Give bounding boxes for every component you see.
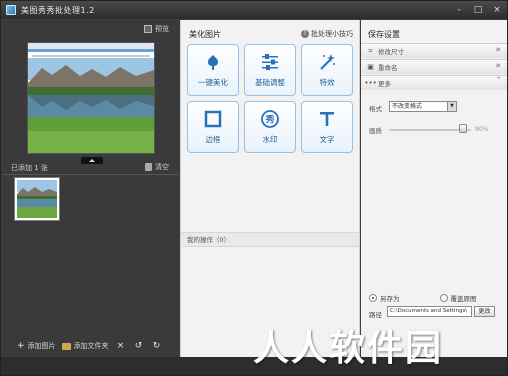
one-click-beautify-button[interactable]: 一键美化 xyxy=(187,44,239,96)
preview-button[interactable]: 预览 xyxy=(144,24,169,34)
beautify-title: 美化图片 xyxy=(189,30,221,39)
divider xyxy=(3,174,179,175)
basic-adjust-button[interactable]: 基础调整 xyxy=(244,44,296,96)
rename-icon: ▣ xyxy=(367,63,374,71)
quality-value: 90% xyxy=(475,126,489,133)
format-label: 格式 xyxy=(369,105,382,113)
save-settings-panel: 保存设置 ⌗ 修改尺寸 » ▣ 重命名 » ••• 更多 ˇ 格式 不改变格式 … xyxy=(361,20,507,357)
maximize-button[interactable]: □ xyxy=(472,4,484,16)
operations-label: 我的操作（0） xyxy=(187,236,231,244)
text-button[interactable]: 文字 xyxy=(301,101,353,153)
my-operations-bar: 我的操作（0） xyxy=(181,233,359,247)
add-image-button[interactable]: + 添加图片 xyxy=(17,341,56,351)
rename-label: 重命名 xyxy=(378,64,398,72)
save-mode-group: 另存为 覆盖原图 xyxy=(369,293,477,303)
quality-slider-thumb[interactable] xyxy=(458,124,467,133)
more-label: 更多 xyxy=(378,80,391,88)
resize-section[interactable]: ⌗ 修改尺寸 » xyxy=(361,43,507,58)
tool-label: 文字 xyxy=(319,135,335,144)
format-value: 不改变格式 xyxy=(392,103,423,110)
help-icon: ? xyxy=(301,30,309,38)
app-icon xyxy=(6,5,16,15)
chevron-down-icon: ˇ xyxy=(496,77,502,87)
tips-label: 批处理小技巧 xyxy=(311,30,353,38)
tulip-icon xyxy=(203,52,223,72)
magic-wand-icon xyxy=(317,52,337,72)
radio-empty-icon xyxy=(439,294,448,302)
window-title: 美图秀秀批处理1.2 xyxy=(21,5,95,15)
folder-icon xyxy=(61,342,71,350)
thumbnail-image xyxy=(17,180,57,218)
watermark-button[interactable]: 秀 水印 xyxy=(244,101,296,153)
window-controls: - □ × xyxy=(453,4,503,16)
beautify-panel: 美化图片 ? 批处理小技巧 一键美化 基础调整 特效 边框 秀 水印 文字 我的… xyxy=(180,20,360,357)
rename-section[interactable]: ▣ 重命名 » xyxy=(361,59,507,74)
more-icon: ••• xyxy=(364,79,377,87)
add-folder-label: 添加文件夹 xyxy=(73,342,109,350)
tool-label: 边框 xyxy=(205,135,221,144)
radio-selected-icon xyxy=(369,294,377,302)
crop-icon: ⌗ xyxy=(368,46,373,55)
image-list-toolbar: + 添加图片 添加文件夹 × ↺ ↻ xyxy=(3,335,179,357)
minimize-button[interactable]: - xyxy=(453,4,465,16)
close-button[interactable]: × xyxy=(491,4,503,16)
save-as-radio[interactable]: 另存为 xyxy=(369,293,400,303)
landscape-preview xyxy=(28,43,154,153)
svg-text:秀: 秀 xyxy=(264,114,274,126)
image-thumbnail[interactable] xyxy=(14,177,60,221)
app-window: 美图秀秀批处理1.2 - □ × 预览 已添加 1 张 清空 + 添加图片 添加… xyxy=(0,0,508,376)
resize-label: 修改尺寸 xyxy=(378,48,404,56)
tool-label: 特效 xyxy=(319,78,335,87)
sliders-icon xyxy=(260,52,280,72)
clear-button[interactable]: 清空 xyxy=(145,162,169,172)
tool-label: 基础调整 xyxy=(255,78,285,87)
trash-icon xyxy=(145,163,152,171)
plus-icon: + xyxy=(17,341,25,351)
frame-icon xyxy=(203,109,223,129)
collapse-preview-tab[interactable] xyxy=(81,157,103,164)
clear-label: 清空 xyxy=(155,163,169,171)
added-count-label: 已添加 1 张 xyxy=(11,164,48,172)
add-image-label: 添加图片 xyxy=(27,342,56,350)
rotate-right-icon[interactable]: ↻ xyxy=(151,341,163,351)
save-settings-title: 保存设置 xyxy=(368,30,400,39)
preview-image xyxy=(27,42,155,154)
watermark-icon: 秀 xyxy=(260,109,280,129)
rotate-left-icon[interactable]: ↺ xyxy=(133,341,145,351)
more-section[interactable]: ••• 更多 ˇ xyxy=(361,75,507,90)
quality-label: 画质 xyxy=(369,127,382,135)
site-watermark: 人人软件园 xyxy=(253,328,444,369)
path-label: 路径 xyxy=(369,311,382,319)
delete-icon[interactable]: × xyxy=(115,341,127,351)
tool-label: 一键美化 xyxy=(198,78,228,87)
title-bar: 美图秀秀批处理1.2 - □ × xyxy=(1,1,507,19)
save-as-label: 另存为 xyxy=(380,295,400,303)
tool-label: 水印 xyxy=(262,135,278,144)
dropdown-arrow-icon: ▼ xyxy=(447,102,456,111)
add-folder-button[interactable]: 添加文件夹 xyxy=(61,341,109,351)
chevron-right-icon: » xyxy=(495,61,501,71)
tool-grid: 一键美化 基础调整 特效 边框 秀 水印 文字 xyxy=(187,44,353,153)
frame-button[interactable]: 边框 xyxy=(187,101,239,153)
change-path-button[interactable]: 更改 xyxy=(474,306,495,317)
overwrite-label: 覆盖原图 xyxy=(450,295,477,303)
image-list-panel: 预览 已添加 1 张 清空 + 添加图片 添加文件夹 × ↺ ↻ xyxy=(3,20,179,357)
preview-label: 预览 xyxy=(155,25,169,33)
format-select[interactable]: 不改变格式 ▼ xyxy=(389,101,457,112)
overwrite-radio[interactable]: 覆盖原图 xyxy=(439,293,477,303)
chevron-right-icon: » xyxy=(495,45,501,55)
path-input[interactable]: C:\Documents and Settings\ xyxy=(387,306,472,317)
tips-link[interactable]: ? 批处理小技巧 xyxy=(301,29,353,39)
text-icon xyxy=(317,109,337,129)
effects-button[interactable]: 特效 xyxy=(301,44,353,96)
preview-icon xyxy=(144,25,152,33)
